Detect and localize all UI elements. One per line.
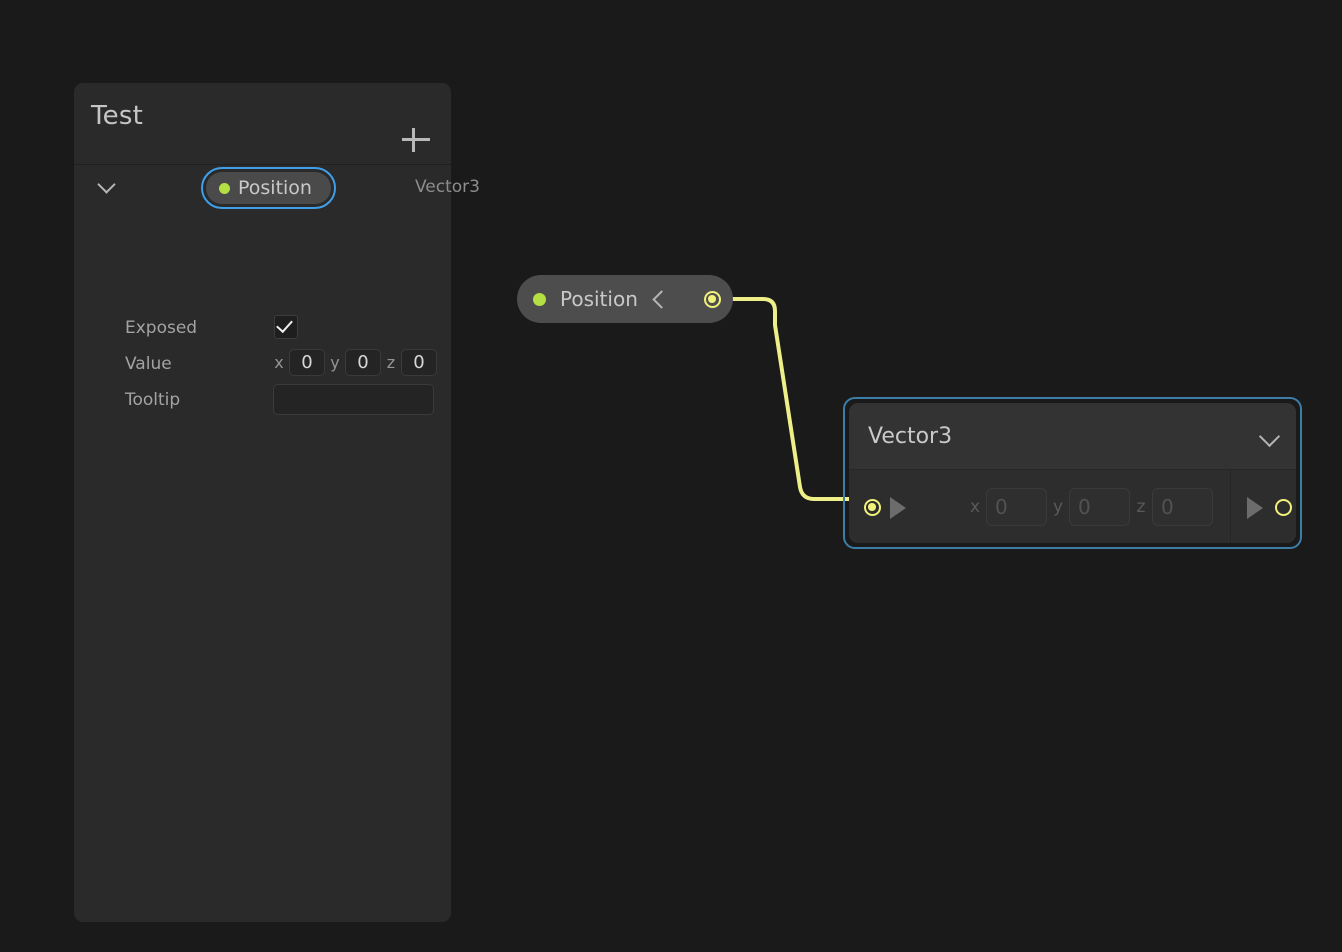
axis-label-x: x — [269, 353, 289, 372]
graph-canvas[interactable]: Test Position Vector3 Exposed — [0, 0, 1342, 952]
exposed-dot-icon — [533, 293, 546, 306]
vector3-z-input: 0 — [1152, 488, 1213, 526]
value-vector3-group: x 0 y 0 z 0 — [269, 349, 437, 376]
property-label-exposed: Exposed — [125, 313, 197, 343]
triangle-right-icon[interactable] — [1247, 497, 1263, 519]
chevron-left-glyph — [652, 290, 670, 308]
axis-label-z: z — [1130, 497, 1152, 517]
chevron-down-icon[interactable] — [100, 178, 120, 198]
blackboard-body: Position Vector3 Exposed Value x 0 y — [74, 165, 451, 211]
chevron-down-icon[interactable] — [1262, 429, 1276, 443]
axis-label-x: x — [964, 497, 986, 517]
vector3-input-fields: x 0 y 0 z 0 — [964, 488, 1213, 526]
exposed-dot-icon — [219, 183, 230, 194]
value-x-input[interactable]: 0 — [289, 349, 325, 376]
port-open-icon[interactable] — [1275, 499, 1292, 516]
property-row-tooltip: Tooltip — [74, 385, 451, 415]
chevron-down-glyph — [1259, 426, 1280, 447]
value-y-input[interactable]: 0 — [345, 349, 381, 376]
port-connected-icon[interactable] — [704, 291, 721, 308]
property-row-exposed: Exposed — [74, 313, 451, 343]
vector3-y-input: 0 — [1069, 488, 1130, 526]
graph-node-position[interactable]: Position — [517, 275, 733, 323]
vector3-x-input: 0 — [986, 488, 1047, 526]
chevron-down-glyph — [97, 175, 115, 193]
field-type-label: Vector3 — [415, 177, 480, 197]
axis-label-z: z — [381, 353, 401, 372]
vector3-node-header[interactable]: Vector3 — [849, 403, 1296, 470]
property-row-value: Value x 0 y 0 z 0 — [74, 349, 451, 379]
exposed-checkbox[interactable] — [274, 315, 298, 339]
field-name-label: Position — [238, 179, 312, 198]
axis-label-y: y — [325, 353, 345, 372]
page-title: Test — [91, 101, 143, 131]
triangle-right-icon[interactable] — [890, 497, 906, 519]
column-divider — [1230, 470, 1231, 543]
property-label-value: Value — [125, 349, 172, 379]
tooltip-input[interactable] — [273, 384, 434, 415]
node-selection-outline: Vector3 x 0 y 0 z 0 — [843, 397, 1302, 549]
port-connected-icon[interactable] — [864, 499, 881, 516]
checkmark-icon — [276, 316, 293, 333]
blackboard-field-position[interactable]: Position — [206, 172, 331, 204]
property-label-tooltip: Tooltip — [125, 385, 180, 415]
graph-node-vector3[interactable]: Vector3 x 0 y 0 z 0 — [849, 403, 1296, 543]
axis-label-y: y — [1047, 497, 1069, 517]
blackboard-panel: Test Position Vector3 Exposed — [74, 83, 451, 922]
vector3-node-body: x 0 y 0 z 0 — [849, 470, 1296, 543]
blackboard-header: Test — [74, 83, 451, 165]
chevron-left-icon[interactable] — [655, 293, 667, 305]
node-title-vector3: Vector3 — [868, 424, 952, 449]
node-title-position: Position — [560, 287, 638, 311]
plus-icon[interactable] — [399, 123, 433, 157]
value-z-input[interactable]: 0 — [401, 349, 437, 376]
blackboard-field-row[interactable]: Position Vector3 — [74, 165, 451, 211]
field-selection-outline: Position — [201, 167, 336, 209]
